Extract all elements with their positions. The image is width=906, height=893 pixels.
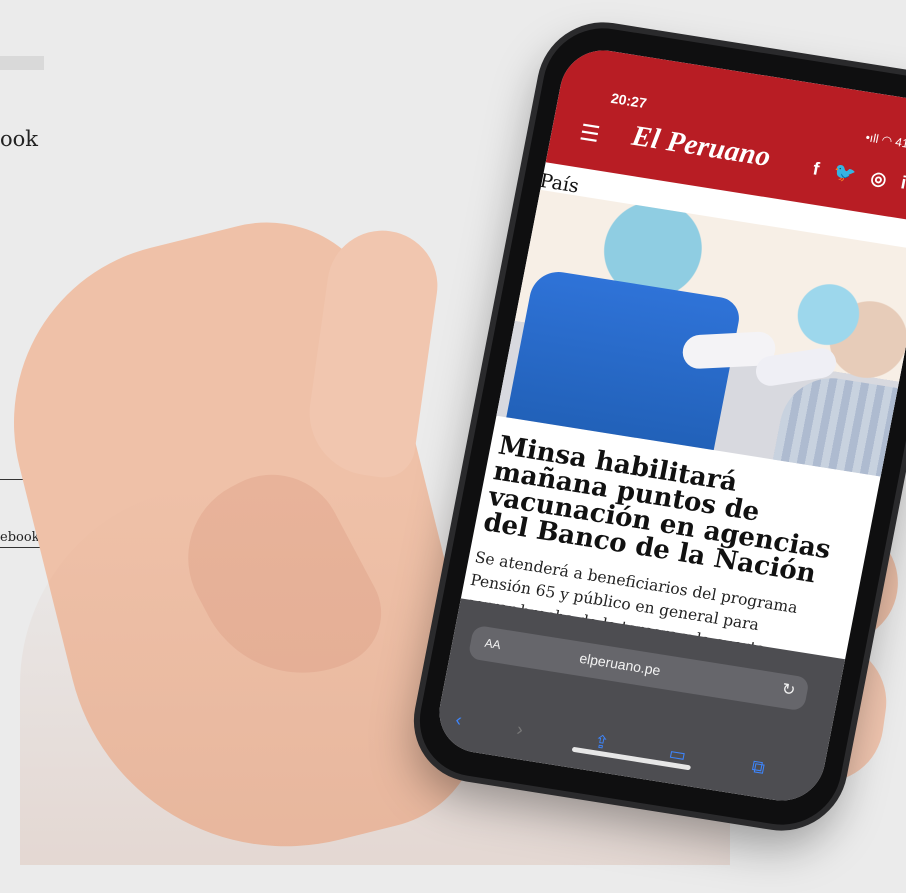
social-links: f 🐦 ◎ in bbox=[801, 157, 906, 196]
twitter-icon[interactable]: 🐦 bbox=[832, 162, 858, 185]
instagram-icon[interactable]: ◎ bbox=[869, 168, 888, 190]
scene: ook ebook 20:27 •ıll ◠ 41 ☰ El Peruano f… bbox=[0, 0, 906, 893]
url-text: elperuano.pe bbox=[578, 649, 662, 679]
patient-shirt bbox=[767, 371, 906, 483]
facebook-icon[interactable]: f bbox=[811, 158, 821, 179]
tabs-icon[interactable]: ⧉ bbox=[750, 756, 767, 779]
signal-icon: •ıll bbox=[864, 130, 880, 146]
back-icon[interactable]: ‹ bbox=[454, 709, 464, 731]
site-header: 20:27 •ıll ◠ 41 ☰ El Peruano f 🐦 ◎ in bbox=[545, 44, 906, 224]
hamburger-icon[interactable]: ☰ bbox=[578, 120, 602, 149]
text-size-button[interactable]: AA bbox=[484, 636, 502, 652]
brand-logo[interactable]: El Peruano bbox=[629, 120, 773, 174]
phone-wrap: 20:27 •ıll ◠ 41 ☰ El Peruano f 🐦 ◎ in Pa… bbox=[0, 0, 906, 861]
phone-screen: 20:27 •ıll ◠ 41 ☰ El Peruano f 🐦 ◎ in Pa… bbox=[432, 44, 906, 807]
battery-icon: 41 bbox=[894, 134, 906, 151]
linkedin-icon[interactable]: in bbox=[899, 172, 906, 194]
reload-icon[interactable]: ↻ bbox=[780, 679, 797, 701]
forward-icon[interactable]: › bbox=[515, 719, 525, 741]
status-icons: •ıll ◠ 41 bbox=[864, 130, 906, 151]
phone: 20:27 •ıll ◠ 41 ☰ El Peruano f 🐦 ◎ in Pa… bbox=[409, 20, 906, 833]
status-time: 20:27 bbox=[609, 89, 649, 112]
